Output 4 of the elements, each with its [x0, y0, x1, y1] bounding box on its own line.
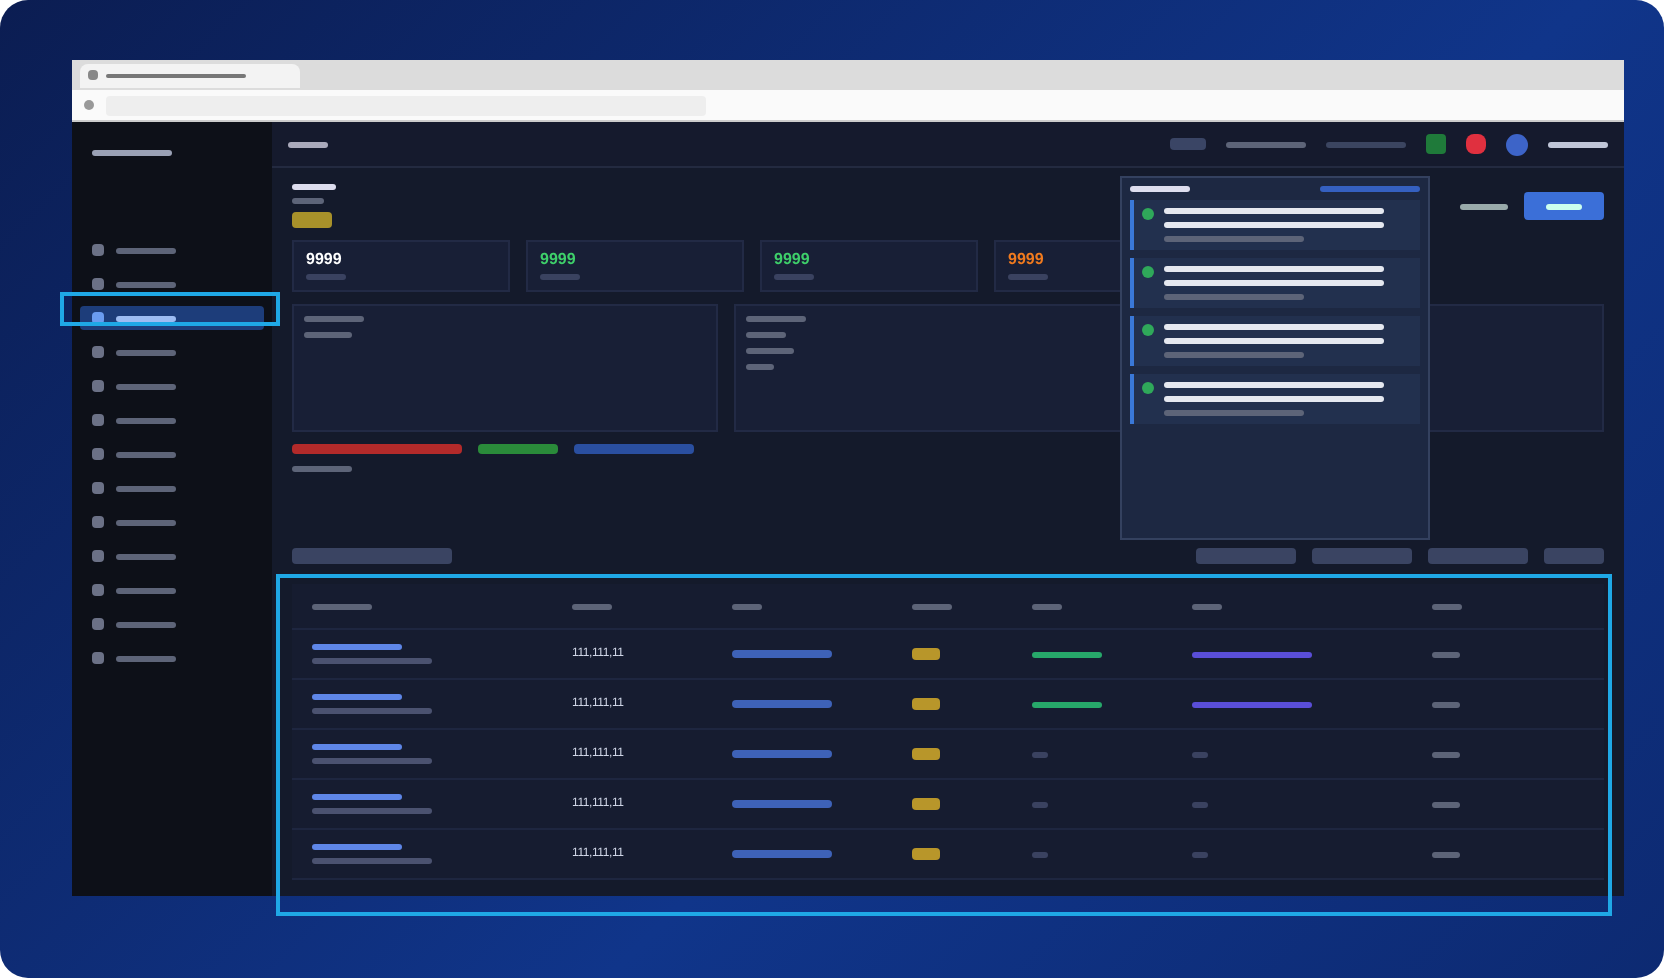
stat-value: 9999 [774, 252, 812, 268]
stat-value: 9999 [540, 252, 578, 268]
stat-value: 9999 [306, 252, 344, 268]
stat-value: 9999 [1008, 252, 1046, 268]
